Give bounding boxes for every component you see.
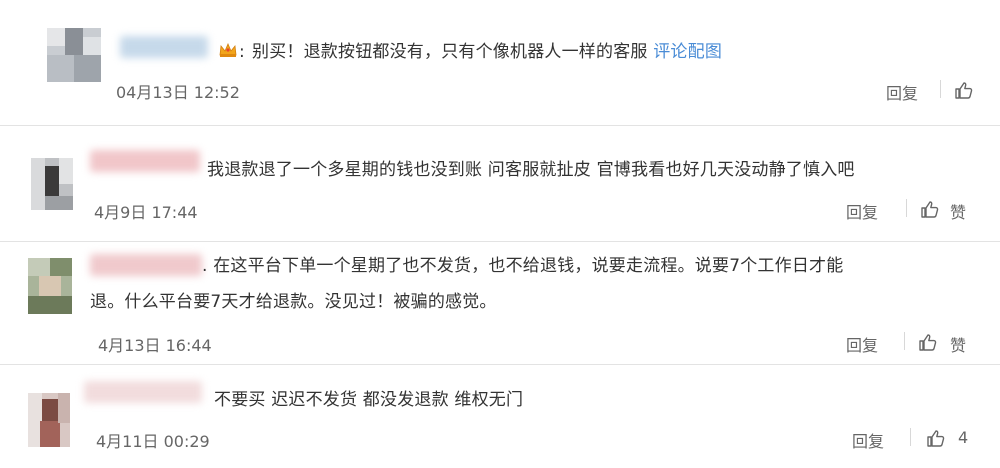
comment-text: 不要买 迟迟不发货 都没发退款 维权无门 — [214, 390, 524, 410]
reply-button[interactable]: 回复 — [852, 428, 884, 452]
comment-text: 我退款退了一个多星期的钱也没到账 问客服就扯皮 官博我看也好几天没动静了慎入吧 — [207, 160, 855, 180]
like-icon[interactable] — [920, 199, 940, 219]
divider — [940, 80, 941, 98]
like-button[interactable]: 赞 — [950, 199, 966, 223]
like-button[interactable]: 赞 — [950, 332, 966, 356]
divider — [906, 199, 907, 217]
comment-text-line-2: 退。什么平台要7天才给退款。没见过！被骗的感觉。 — [90, 292, 497, 312]
comment-2: 我退款退了一个多星期的钱也没到账 问客服就扯皮 官博我看也好几天没动静了慎入吧 … — [0, 126, 1000, 241]
like-count: 4 — [958, 428, 969, 447]
reply-button[interactable]: 回复 — [846, 332, 878, 356]
divider — [904, 332, 905, 350]
avatar[interactable] — [28, 258, 72, 314]
divider — [910, 428, 911, 446]
comment-text: 别买！退款按钮都没有，只有个像机器人一样的客服 — [252, 42, 648, 62]
avatar[interactable] — [28, 393, 70, 447]
comment-4: 不要买 迟迟不发货 都没发退款 维权无门 4月11日 00:29 回复 4 — [0, 365, 1000, 468]
comment-image-link[interactable]: 评论配图 — [653, 42, 722, 62]
comment-3: . 在这平台下单一个星期了也不发货，也不给退钱，说要走流程。说要7个工作日才能 … — [0, 242, 1000, 364]
avatar[interactable] — [31, 158, 73, 210]
reply-button[interactable]: 回复 — [886, 80, 918, 104]
like-icon[interactable] — [918, 332, 938, 352]
username-blurred[interactable] — [90, 150, 200, 172]
timestamp: 04月13日 12:52 — [116, 83, 240, 102]
username-blurred[interactable] — [120, 36, 208, 58]
like-icon[interactable] — [954, 80, 974, 100]
username-blurred[interactable] — [84, 381, 202, 403]
crown-icon — [219, 43, 237, 57]
timestamp: 4月13日 16:44 — [98, 336, 212, 355]
timestamp: 4月9日 17:44 — [94, 203, 198, 222]
comment-1: : 别买！退款按钮都没有，只有个像机器人一样的客服 评论配图 04月13日 12… — [0, 0, 1000, 125]
avatar[interactable] — [47, 28, 101, 82]
timestamp: 4月11日 00:29 — [96, 432, 210, 451]
comment-text-line-1: . 在这平台下单一个星期了也不发货，也不给退钱，说要走流程。说要7个工作日才能 — [202, 256, 844, 276]
like-icon[interactable] — [926, 428, 946, 448]
username-blurred[interactable] — [90, 254, 202, 276]
reply-button[interactable]: 回复 — [846, 199, 878, 223]
